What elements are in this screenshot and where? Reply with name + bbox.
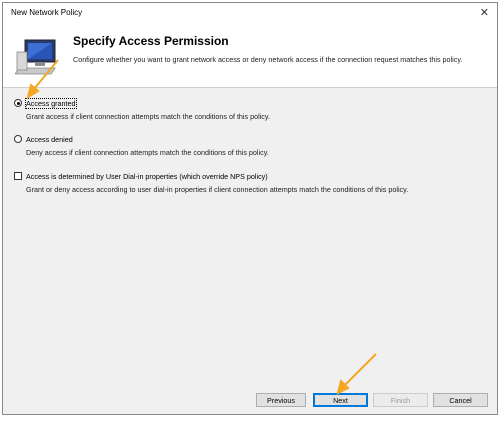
arrow-to-next-button bbox=[336, 353, 377, 395]
arrow-to-access-granted bbox=[26, 59, 59, 100]
annotation-arrows bbox=[26, 59, 377, 395]
